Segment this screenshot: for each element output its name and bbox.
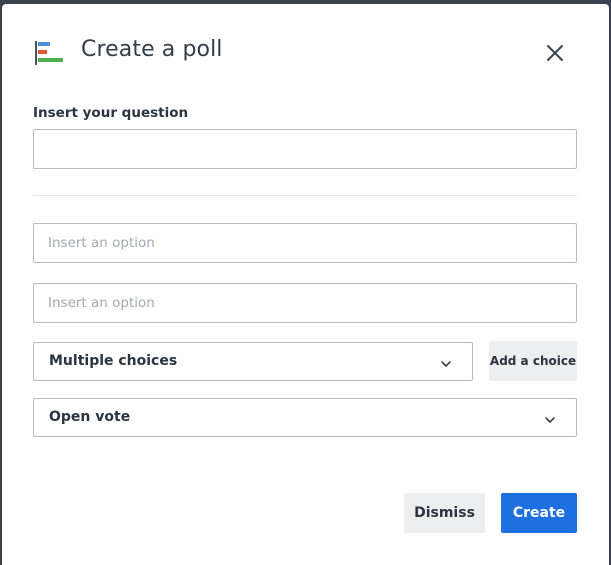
vote-type-select[interactable]: Open vote [33,398,577,437]
create-button[interactable]: Create [501,493,577,533]
question-label: Insert your question [33,105,189,121]
create-poll-dialog: Create a poll Insert your question Multi… [2,4,609,565]
dismiss-button[interactable]: Dismiss [404,493,485,533]
dialog-title: Create a poll [81,37,223,62]
choice-type-select[interactable]: Multiple choices [33,342,473,381]
close-icon[interactable] [542,40,568,66]
divider [33,195,577,196]
chevron-down-icon [544,411,556,423]
dialog-header: Create a poll [2,4,609,102]
poll-icon [34,39,64,67]
choice-type-value: Multiple choices [49,353,178,369]
chevron-down-icon [440,355,452,367]
option-input-1[interactable] [33,223,577,263]
vote-type-value: Open vote [49,409,131,425]
question-input[interactable] [33,129,577,169]
option-input-2[interactable] [33,283,577,323]
add-choice-button[interactable]: Add a choice [489,341,577,381]
